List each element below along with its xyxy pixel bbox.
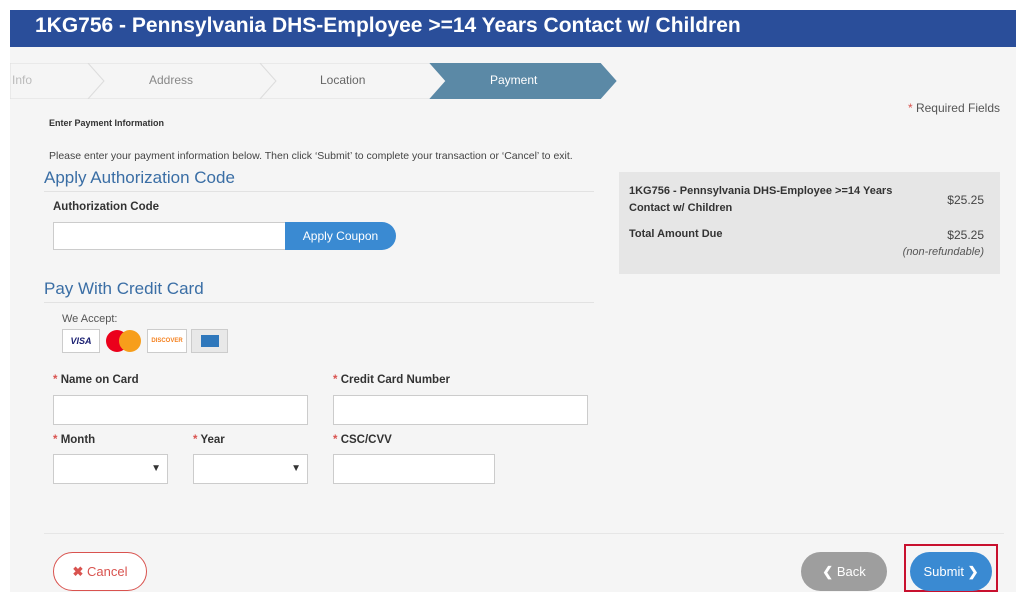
month-label: * Month bbox=[53, 434, 95, 446]
card-heading: Pay With Credit Card bbox=[44, 279, 204, 298]
auth-code-label: Authorization Code bbox=[53, 201, 160, 213]
cvv-label: * CSC/CVV bbox=[333, 434, 392, 446]
chevron-down-icon: ▼ bbox=[291, 463, 301, 474]
total-amount-label: Total Amount Due bbox=[629, 228, 723, 240]
submit-highlight: Submit ❯ bbox=[904, 544, 998, 592]
auth-divider bbox=[44, 191, 594, 192]
progress-steps: Info Address Location Payment bbox=[10, 63, 620, 99]
chevron-down-icon: ▼ bbox=[151, 463, 161, 474]
discover-icon: DISCOVER bbox=[147, 329, 187, 353]
chevron-right-icon: ❯ bbox=[967, 564, 979, 579]
month-text: Month bbox=[60, 434, 96, 446]
name-on-card-text: Name on Card bbox=[60, 374, 139, 386]
card-divider bbox=[44, 302, 594, 303]
card-number-label: * Credit Card Number bbox=[333, 374, 450, 386]
cancel-button[interactable]: ✖ Cancel bbox=[53, 552, 147, 591]
submit-button[interactable]: Submit ❯ bbox=[910, 552, 992, 591]
required-fields-note: * Required Fields bbox=[908, 101, 1000, 115]
payment-instructions: Please enter your payment information be… bbox=[49, 150, 573, 162]
auth-heading: Apply Authorization Code bbox=[44, 168, 235, 187]
year-required-star: * bbox=[193, 434, 198, 446]
required-text: Required Fields bbox=[912, 101, 1000, 115]
year-select[interactable]: ▼ bbox=[193, 454, 308, 484]
number-required-star: * bbox=[333, 374, 338, 386]
year-label: * Year bbox=[193, 434, 225, 446]
page-title: 1KG756 - Pennsylvania DHS-Employee >=14 … bbox=[35, 14, 741, 37]
chevron-left-icon: ❮ bbox=[822, 564, 834, 579]
apply-coupon-button[interactable]: Apply Coupon bbox=[285, 222, 396, 250]
payment-section-title: Enter Payment Information bbox=[49, 118, 165, 128]
mastercard-icon bbox=[103, 329, 144, 353]
year-text: Year bbox=[200, 434, 225, 446]
main-panel: Info Address Location Payment * Required… bbox=[10, 47, 1016, 592]
auth-code-input[interactable] bbox=[53, 222, 286, 250]
cvv-required-star: * bbox=[333, 434, 338, 446]
cvv-text: CSC/CVV bbox=[340, 434, 392, 446]
month-required-star: * bbox=[53, 434, 58, 446]
close-icon: ✖ bbox=[72, 564, 84, 579]
step-location[interactable]: Location bbox=[320, 73, 365, 87]
visa-icon: VISA bbox=[62, 329, 100, 353]
order-summary: 1KG756 - Pennsylvania DHS-Employee >=14 … bbox=[619, 172, 1000, 274]
cancel-label: Cancel bbox=[87, 564, 128, 579]
card-number-input[interactable] bbox=[333, 395, 588, 425]
summary-item-name: 1KG756 - Pennsylvania DHS-Employee >=14 … bbox=[629, 185, 893, 214]
name-required-star: * bbox=[53, 374, 58, 386]
name-on-card-label: * Name on Card bbox=[53, 374, 139, 386]
non-refundable-note: (non-refundable) bbox=[902, 246, 984, 258]
month-select[interactable]: ▼ bbox=[53, 454, 168, 484]
summary-item-price: $25.25 bbox=[947, 193, 984, 207]
back-label: Back bbox=[836, 564, 866, 579]
back-button[interactable]: ❮ Back bbox=[801, 552, 887, 591]
submit-label: Submit bbox=[923, 564, 964, 579]
step-payment: Payment bbox=[490, 73, 538, 87]
cvv-input[interactable] bbox=[333, 454, 495, 484]
step-address[interactable]: Address bbox=[149, 73, 193, 87]
footer-divider bbox=[44, 533, 1004, 534]
card-number-text: Credit Card Number bbox=[340, 374, 450, 386]
total-amount-value: $25.25 bbox=[947, 228, 984, 242]
step-info[interactable]: Info bbox=[12, 73, 32, 87]
title-bar: 1KG756 - Pennsylvania DHS-Employee >=14 … bbox=[10, 10, 1016, 47]
we-accept-label: We Accept: bbox=[62, 313, 118, 325]
name-on-card-input[interactable] bbox=[53, 395, 308, 425]
amex-icon bbox=[191, 329, 228, 353]
